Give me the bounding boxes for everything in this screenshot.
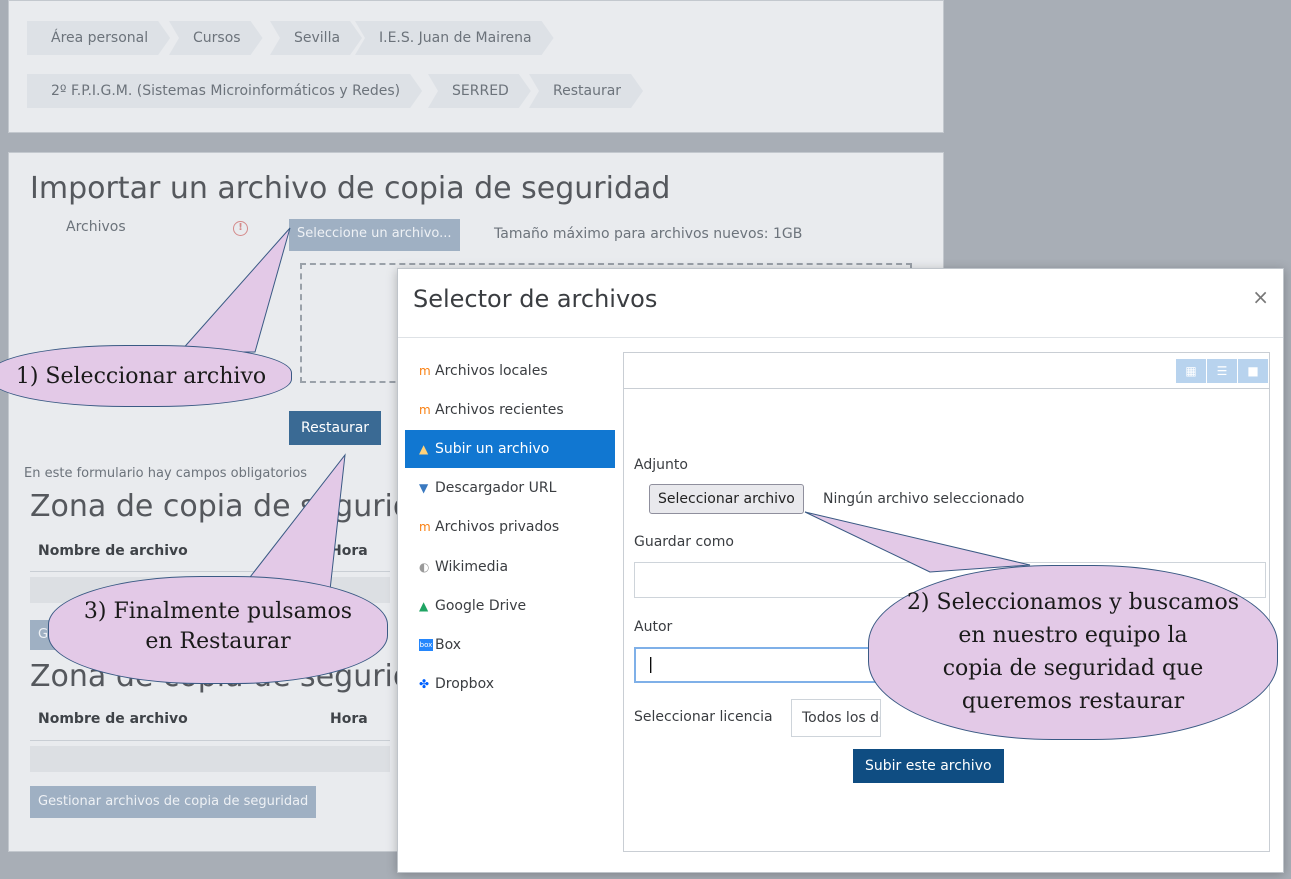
callout-line: en nuestro equipo la (958, 623, 1188, 648)
box-icon: box (419, 639, 433, 651)
select-file-button[interactable]: Seleccionar archivo (649, 484, 804, 514)
repo-item-local-files[interactable]: m Archivos locales (405, 352, 615, 390)
column-header-time: Hora (330, 543, 368, 559)
callout-line: en Restaurar (145, 629, 291, 654)
page-title: Importar un archivo de copia de segurida… (30, 171, 671, 206)
breadcrumb: Área personal Cursos Sevilla I.E.S. Juan… (8, 0, 944, 133)
backup-zone-title: Zona de copia de seguridad (30, 489, 450, 524)
license-select[interactable]: Todos los derechos reservados (791, 699, 881, 737)
table-divider (30, 571, 390, 572)
moodle-icon: m (419, 403, 431, 417)
callout-line: 2) Seleccionamos y buscamos (906, 590, 1240, 615)
close-icon[interactable]: × (1252, 285, 1269, 309)
repo-item-wikimedia[interactable]: ◐ Wikimedia (405, 548, 615, 586)
repo-item-label: Dropbox (435, 676, 494, 692)
attachment-label: Adjunto (634, 457, 688, 473)
save-as-label: Guardar como (634, 534, 734, 550)
view-toolbar: ▦ ☰ ■ (624, 353, 1269, 389)
breadcrumb-item-area-personal[interactable]: Área personal (27, 21, 170, 55)
grid-view-icon[interactable]: ▦ (1176, 359, 1206, 383)
license-label: Seleccionar licencia (634, 709, 773, 725)
repo-item-upload[interactable]: ▲ Subir un archivo (405, 430, 615, 468)
dropbox-icon: ✤ (419, 677, 430, 691)
repo-item-label: Box (435, 637, 462, 653)
repo-item-label: Archivos privados (435, 519, 560, 535)
text-cursor: | (648, 654, 654, 673)
repo-item-label: Archivos recientes (435, 402, 564, 418)
breadcrumb-item-cursos[interactable]: Cursos (169, 21, 263, 55)
repo-item-url-downloader[interactable]: ▼ Descargador URL (405, 469, 615, 507)
repo-item-google-drive[interactable]: ▲ Google Drive (405, 587, 615, 625)
dialog-divider (398, 337, 1283, 338)
table-row (30, 746, 390, 772)
wikimedia-icon: ◐ (419, 560, 430, 574)
restore-button[interactable]: Restaurar (289, 411, 382, 445)
moodle-icon: m (419, 364, 431, 378)
folder-view-icon[interactable]: ■ (1238, 359, 1268, 383)
list-view-icon[interactable]: ☰ (1207, 359, 1237, 383)
repo-item-label: Wikimedia (435, 559, 509, 575)
google-drive-icon: ▲ (419, 599, 429, 613)
callout-line: queremos restaurar (961, 689, 1185, 714)
repo-item-dropbox[interactable]: ✤ Dropbox (405, 665, 615, 703)
column-header-filename: Nombre de archivo (38, 711, 188, 727)
manage-user-backup-button[interactable]: Gestionar archivos de copia de seguridad (30, 786, 317, 818)
max-size-text: Tamaño máximo para archivos nuevos: 1GB (494, 226, 803, 242)
repo-item-label: Google Drive (435, 598, 527, 614)
column-header-time: Hora (330, 711, 368, 727)
upload-icon: ▲ (419, 442, 429, 456)
breadcrumb-item-restaurar[interactable]: Restaurar (529, 74, 643, 108)
files-label: Archivos (66, 219, 126, 235)
breadcrumb-item-sevilla[interactable]: Sevilla (270, 21, 362, 55)
callout-step-1: 1) Seleccionar archivo (0, 345, 292, 407)
repo-item-box[interactable]: box Box (405, 626, 615, 664)
callout-line: copia de seguridad que (942, 656, 1204, 681)
breadcrumb-item-ies[interactable]: I.E.S. Juan de Mairena (355, 21, 554, 55)
breadcrumb-item-serred[interactable]: SERRED (428, 74, 531, 108)
repo-item-label: Descargador URL (435, 480, 557, 496)
download-icon: ▼ (419, 481, 429, 495)
repo-item-private-files[interactable]: m Archivos privados (405, 508, 615, 546)
repo-item-label: Archivos locales (435, 363, 548, 379)
table-divider (30, 740, 390, 741)
file-status-text: Ningún archivo seleccionado (823, 491, 1025, 507)
dialog-title: Selector de archivos (413, 285, 658, 313)
author-label: Autor (634, 619, 673, 635)
moodle-icon: m (419, 520, 431, 534)
choose-file-button[interactable]: Seleccione un archivo... (289, 219, 460, 251)
breadcrumb-item-course[interactable]: 2º F.P.I.G.M. (Sistemas Microinformático… (27, 74, 422, 108)
callout-line: 3) Finalmente pulsamos (83, 599, 353, 624)
column-header-filename: Nombre de archivo (38, 543, 188, 559)
repo-item-label: Subir un archivo (435, 441, 550, 457)
repo-item-recent-files[interactable]: m Archivos recientes (405, 391, 615, 429)
upload-file-button[interactable]: Subir este archivo (853, 749, 1004, 783)
callout-step-2: 2) Seleccionamos y buscamos en nuestro e… (868, 565, 1278, 740)
required-icon: ! (233, 221, 248, 236)
callout-step-3: 3) Finalmente pulsamos en Restaurar (48, 576, 388, 684)
required-note: En este formulario hay campos obligatori… (24, 466, 308, 481)
